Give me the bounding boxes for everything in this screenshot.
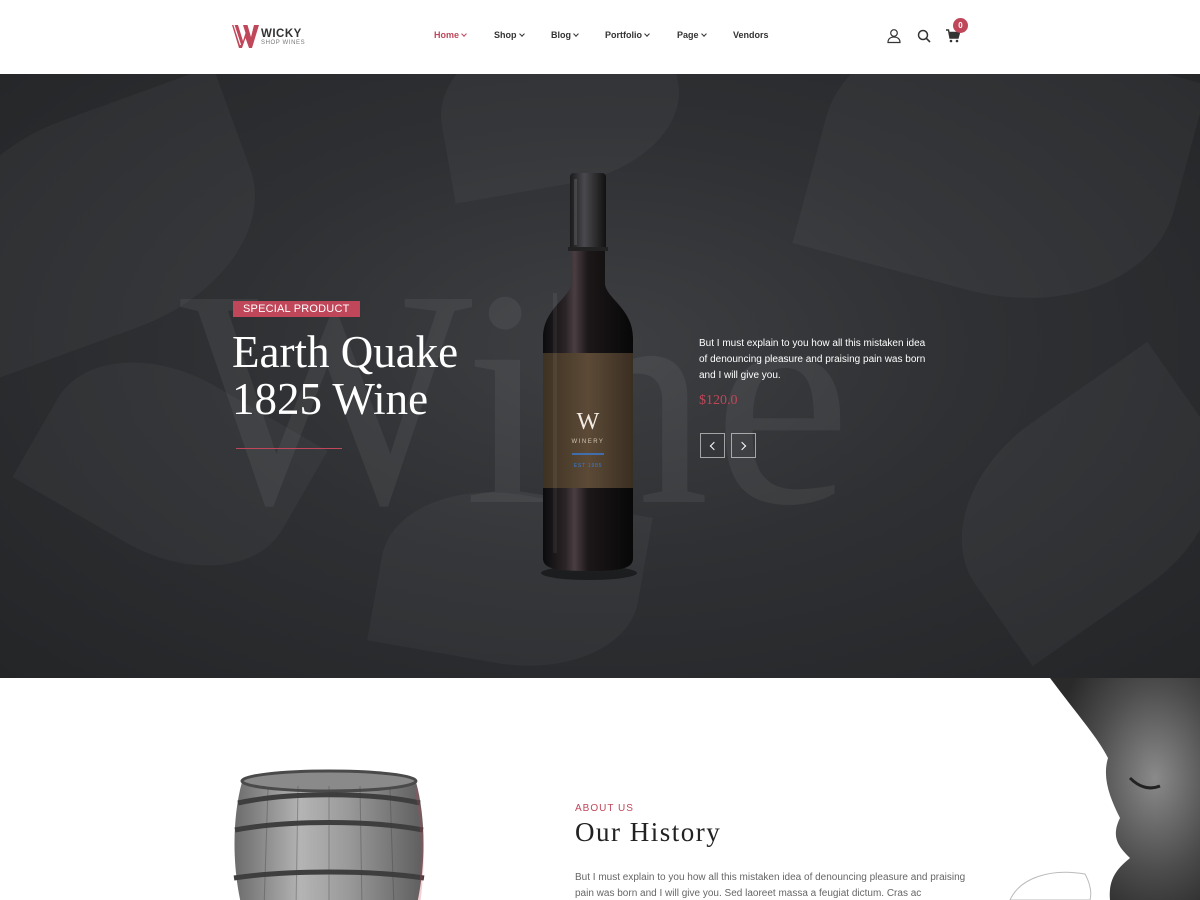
leaf-decoration	[918, 342, 1200, 666]
chevron-left-icon	[709, 441, 719, 451]
chevron-down-icon	[518, 31, 525, 37]
hero-title: Earth Quake 1825 Wine	[232, 329, 532, 423]
chevron-right-icon	[737, 441, 747, 451]
chevron-down-icon	[700, 31, 707, 37]
cart-count-badge: 0	[953, 18, 968, 33]
logo-tagline: SHOP WINES	[261, 40, 306, 46]
nav-label: Page	[677, 30, 699, 40]
about-section: ABOUT US Our History But I must explain …	[0, 678, 1200, 900]
nav-shop[interactable]: Shop	[494, 30, 525, 40]
search-icon[interactable]	[916, 28, 932, 44]
nav-label: Blog	[551, 30, 571, 40]
hero-price: $120.0	[699, 393, 738, 408]
nav-vendors[interactable]: Vendors	[733, 30, 769, 40]
nav-blog[interactable]: Blog	[551, 30, 579, 40]
about-title: Our History	[575, 817, 722, 847]
wine-barrel-image	[233, 769, 425, 900]
bottle-label-initial: W	[577, 409, 600, 435]
hero-description: But I must explain to you how all this m…	[699, 338, 926, 381]
sommelier-photo	[1009, 678, 1200, 900]
logo-w-icon	[232, 24, 259, 48]
chevron-down-icon	[644, 31, 650, 37]
nav-label: Home	[434, 30, 460, 40]
about-label: ABOUT US	[575, 803, 634, 814]
hero-title-line2: 1825 Wine	[232, 374, 429, 424]
slider-prev-button[interactable]	[700, 433, 725, 458]
nav-label: Vendors	[733, 30, 769, 40]
logo[interactable]: WICKY SHOP WINES	[232, 24, 312, 50]
nav-label: Shop	[494, 30, 517, 40]
slider-next-button[interactable]	[731, 433, 756, 458]
user-icon[interactable]	[886, 28, 902, 44]
bottle-label-brand: WINERY	[572, 439, 605, 445]
special-product-tag: SPECIAL PRODUCT	[233, 301, 360, 317]
nav-home[interactable]: Home	[434, 30, 467, 40]
site-header: WICKY SHOP WINES Home Shop Blog Portfoli…	[0, 0, 1200, 74]
bottle-label-est: EST 1985	[574, 463, 603, 469]
nav-portfolio[interactable]: Portfolio	[605, 30, 650, 40]
logo-name: WICKY	[261, 28, 302, 40]
hero-slider: Wine SPECIAL PRODUCT Earth Quake 1825 Wi…	[0, 74, 1200, 678]
wine-bottle-image: W WINERY EST 1985	[541, 173, 637, 580]
chevron-down-icon	[573, 31, 579, 37]
hero-divider	[236, 448, 342, 449]
about-text: But I must explain to you how all this m…	[575, 872, 966, 899]
hero-title-line1: Earth Quake	[232, 327, 459, 377]
chevron-down-icon	[461, 31, 467, 37]
nav-label: Portfolio	[605, 30, 642, 40]
nav-page[interactable]: Page	[677, 30, 707, 40]
